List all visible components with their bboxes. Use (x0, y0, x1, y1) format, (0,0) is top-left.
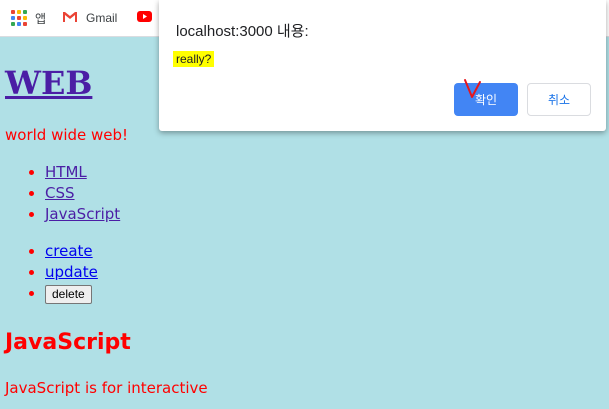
topic-link-css[interactable]: CSS (45, 184, 75, 202)
bookmark-youtube[interactable] (137, 0, 152, 36)
action-item-create: create (45, 241, 98, 262)
dialog-message: really? (173, 51, 215, 67)
topic-link-html[interactable]: HTML (45, 163, 87, 181)
topic-link-javascript[interactable]: JavaScript (45, 205, 120, 223)
action-list: create update delete (0, 241, 98, 304)
topic-item-javascript: JavaScript (45, 204, 120, 225)
intro-text: world wide web! (5, 126, 129, 144)
bookmark-gmail-label: Gmail (86, 11, 118, 25)
topic-item-html: HTML (45, 162, 120, 183)
page-title-link[interactable]: WEB (5, 64, 92, 102)
apps-grid-icon (11, 10, 27, 26)
action-item-delete: delete (45, 283, 98, 304)
create-link[interactable]: create (45, 242, 93, 260)
bookmark-gmail[interactable]: Gmail (62, 0, 117, 36)
topic-item-css: CSS (45, 183, 120, 204)
confirm-dialog: localhost:3000 내용: really? 확인 취소 (159, 0, 606, 131)
dialog-title: localhost:3000 내용: (176, 23, 309, 40)
section-body: JavaScript is for interactive (5, 379, 208, 397)
gmail-icon (62, 11, 78, 26)
bookmark-apps-label: 앱 (35, 11, 47, 26)
bookmark-apps[interactable]: 앱 (11, 0, 46, 36)
ok-button[interactable]: 확인 (454, 83, 518, 116)
topic-list: HTML CSS JavaScript (0, 162, 120, 225)
update-link[interactable]: update (45, 263, 98, 281)
delete-button[interactable]: delete (45, 284, 92, 304)
cancel-button[interactable]: 취소 (527, 83, 591, 116)
action-item-update: update (45, 262, 98, 283)
page-title: WEB (5, 63, 92, 103)
section-title: JavaScript (5, 330, 131, 355)
youtube-icon (137, 11, 152, 25)
